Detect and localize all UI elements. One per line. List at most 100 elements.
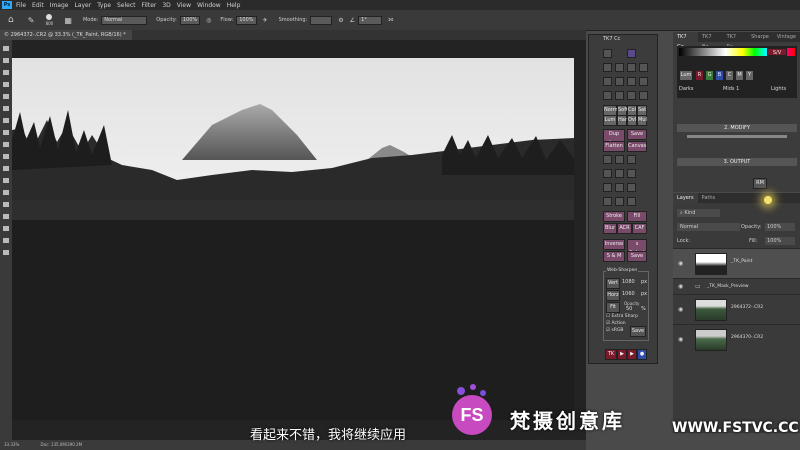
layer-row[interactable]: ◉ 2964370-.CR2 xyxy=(673,324,800,354)
play-button-2[interactable]: ▶ xyxy=(627,349,637,360)
brush-preset-icon[interactable]: 800 xyxy=(42,13,56,27)
adjust-icon[interactable] xyxy=(603,77,612,86)
save-button[interactable]: Save xyxy=(627,129,647,140)
mids-label[interactable]: Mids 1 xyxy=(723,86,739,92)
stroke-button[interactable]: Stroke xyxy=(603,211,625,222)
blur-button[interactable]: Blur xyxy=(603,223,617,234)
tab-tk7-ba[interactable]: TK7 Ba xyxy=(698,32,723,50)
acr-button[interactable]: ACR xyxy=(617,223,632,234)
kind-filter[interactable]: ⌕ Kind xyxy=(677,209,720,217)
rm-button[interactable]: RM xyxy=(753,178,767,189)
fill-button[interactable]: Fill xyxy=(627,211,647,222)
lights-label[interactable]: Lights xyxy=(771,86,786,92)
blend-mode-select[interactable]: Normal xyxy=(677,223,740,231)
inverse-button[interactable]: Inverse xyxy=(603,239,625,250)
b-button[interactable]: B xyxy=(715,70,724,81)
vert-value[interactable]: 1080 xyxy=(622,279,635,285)
image-icon[interactable] xyxy=(603,155,612,164)
brush-tool-icon[interactable]: ✎ xyxy=(28,16,35,25)
sponge-icon[interactable] xyxy=(639,91,648,100)
group-icon[interactable] xyxy=(615,169,624,178)
y-button[interactable]: Y xyxy=(745,70,754,81)
sm-button[interactable]: S & M xyxy=(603,251,625,262)
menu-view[interactable]: View xyxy=(177,2,191,9)
select-icon[interactable] xyxy=(603,183,612,192)
menu-type[interactable]: Type xyxy=(97,2,111,9)
merge-icon[interactable] xyxy=(627,169,636,178)
crop-icon[interactable] xyxy=(627,155,636,164)
tab-tk7-go[interactable]: TK7 Go xyxy=(673,32,698,50)
blend-hard-button[interactable]: Hard xyxy=(617,115,630,126)
brush-icon[interactable] xyxy=(603,91,612,100)
menu-3d[interactable]: 3D xyxy=(162,2,170,9)
document-canvas[interactable] xyxy=(12,40,586,440)
tk-button[interactable]: TK xyxy=(605,349,617,360)
sv-button[interactable]: S/V xyxy=(767,48,787,56)
undo-icon[interactable] xyxy=(603,63,612,72)
layer-row[interactable]: ◉ 2964372-.CR2 xyxy=(673,294,800,324)
flatten-button[interactable]: Flatten xyxy=(603,141,625,152)
output-header[interactable]: 3. OUTPUT xyxy=(677,158,797,166)
layer-row[interactable]: ◉ _TK_Paint xyxy=(673,248,800,278)
menu-help[interactable]: Help xyxy=(227,2,241,9)
blend-ovl-button[interactable]: Ovl xyxy=(627,115,637,126)
document-tab[interactable]: © 2964372-.CR2 @ 33.3% (_TK_Paint, RGB/1… xyxy=(0,30,132,40)
visibility-eye-icon[interactable]: ◉ xyxy=(678,336,683,343)
srgb-checkbox[interactable]: ☑ sRGB xyxy=(606,328,624,333)
blend-lum-button[interactable]: Lum xyxy=(603,115,617,126)
gradient-icon[interactable] xyxy=(603,197,612,206)
c-button[interactable]: C xyxy=(725,70,734,81)
fill-field[interactable]: 100% xyxy=(765,237,795,245)
extra-sharp-checkbox[interactable]: ☐ Extra Sharp xyxy=(606,314,638,319)
menu-select[interactable]: Select xyxy=(117,2,136,9)
smoothing-field[interactable] xyxy=(310,15,333,25)
horz-button[interactable]: Horz xyxy=(606,290,620,301)
layer-icon[interactable] xyxy=(603,169,612,178)
smoothing-settings-icon[interactable]: ⚙ xyxy=(338,17,343,24)
tab-tk7-ra[interactable]: TK7 Ra xyxy=(723,32,748,50)
blend-mul-button[interactable]: Mul xyxy=(637,115,647,126)
dodge-icon[interactable] xyxy=(615,91,624,100)
action-checkbox[interactable]: ☑ Action xyxy=(606,321,626,326)
m-button[interactable]: M xyxy=(735,70,744,81)
pressure-opacity-icon[interactable]: ◎ xyxy=(206,17,211,24)
menu-file[interactable]: File xyxy=(16,2,26,9)
menu-edit[interactable]: Edit xyxy=(32,2,44,9)
menu-image[interactable]: Image xyxy=(50,2,69,9)
menu-window[interactable]: Window xyxy=(197,2,221,9)
tool-icons[interactable] xyxy=(0,40,12,440)
modify-header[interactable]: 2. MODIFY xyxy=(677,124,797,132)
flow-field[interactable]: 100% xyxy=(236,15,257,25)
mask-icon[interactable] xyxy=(639,77,648,86)
mode-select[interactable]: Normal xyxy=(101,15,148,25)
swap-icon[interactable] xyxy=(627,183,636,192)
levels-icon[interactable] xyxy=(615,77,624,86)
lum-button[interactable]: Lum xyxy=(679,70,693,81)
tab-layers[interactable]: Layers xyxy=(673,193,698,203)
caf-button[interactable]: CAF xyxy=(632,223,647,234)
symmetry-icon[interactable]: ⟗ xyxy=(388,16,393,24)
darks-label[interactable]: Darks xyxy=(679,86,693,92)
opacity-field[interactable]: 100% xyxy=(179,15,201,25)
save-button-3[interactable]: Save xyxy=(630,326,646,337)
menu-filter[interactable]: Filter xyxy=(142,2,157,9)
airbrush-icon[interactable]: ✈ xyxy=(263,17,268,24)
brush-panel-icon[interactable]: ▦ xyxy=(64,16,72,25)
modify-slider[interactable] xyxy=(687,135,787,138)
home-icon[interactable]: ⌂ xyxy=(8,15,14,25)
transform-icon[interactable] xyxy=(615,183,624,192)
visibility-eye-icon[interactable]: ◉ xyxy=(678,260,683,267)
save-button-2[interactable]: Save xyxy=(627,251,647,262)
forward-icon[interactable] xyxy=(639,63,648,72)
sharpen-opacity-value[interactable]: 50 xyxy=(626,306,632,312)
visibility-eye-icon[interactable]: ◉ xyxy=(678,283,683,290)
color-wheel-icon[interactable] xyxy=(603,49,612,58)
copy-icon[interactable] xyxy=(615,155,624,164)
horz-value[interactable]: 1060 xyxy=(622,291,635,297)
back-icon[interactable] xyxy=(627,63,636,72)
curves-icon[interactable] xyxy=(627,77,636,86)
text-icon[interactable] xyxy=(627,197,636,206)
canvas-button[interactable]: Canvas xyxy=(627,141,647,152)
r-button[interactable]: R xyxy=(695,70,704,81)
user-icon[interactable]: ● xyxy=(637,349,647,360)
